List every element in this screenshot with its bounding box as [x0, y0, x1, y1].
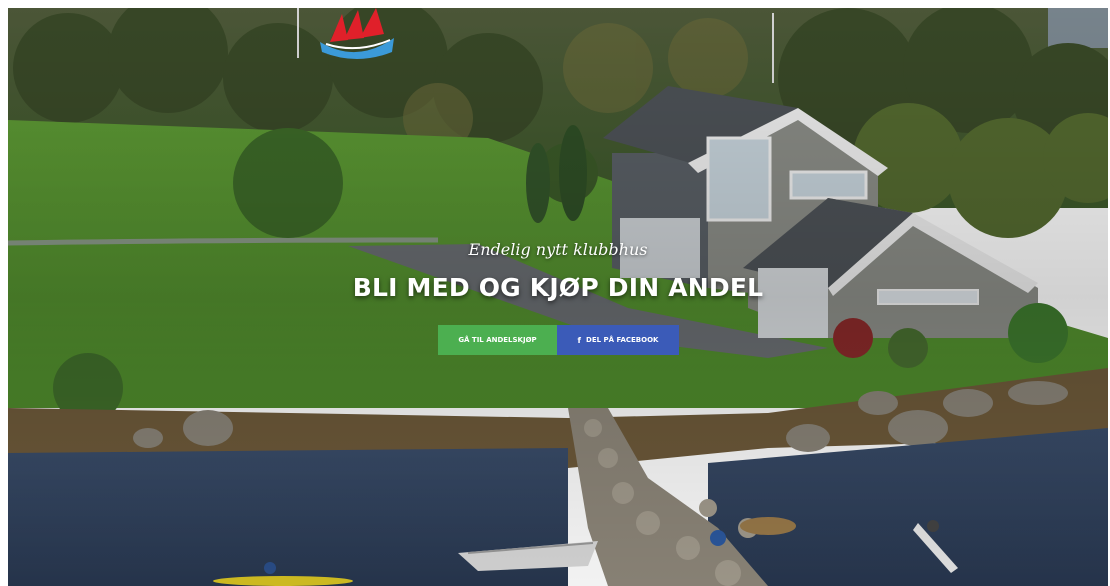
hero-buttons: GÅ TIL ANDELSKJØP f DEL PÅ FACEBOOK	[438, 325, 679, 355]
facebook-share-label: DEL PÅ FACEBOOK	[586, 336, 659, 344]
share-purchase-button[interactable]: GÅ TIL ANDELSKJØP	[438, 325, 557, 355]
facebook-icon: f	[577, 335, 582, 345]
facebook-share-button[interactable]: f DEL PÅ FACEBOOK	[557, 325, 679, 355]
sailboat-logo-icon[interactable]	[312, 8, 402, 60]
share-purchase-label: GÅ TIL ANDELSKJØP	[458, 336, 537, 344]
hero-subtitle: Endelig nytt klubbhus	[468, 240, 648, 259]
hero-title: BLI MED OG KJØP DIN ANDEL	[352, 273, 764, 302]
hero-section: Endelig nytt klubbhus BLI MED OG KJØP DI…	[8, 8, 1108, 586]
